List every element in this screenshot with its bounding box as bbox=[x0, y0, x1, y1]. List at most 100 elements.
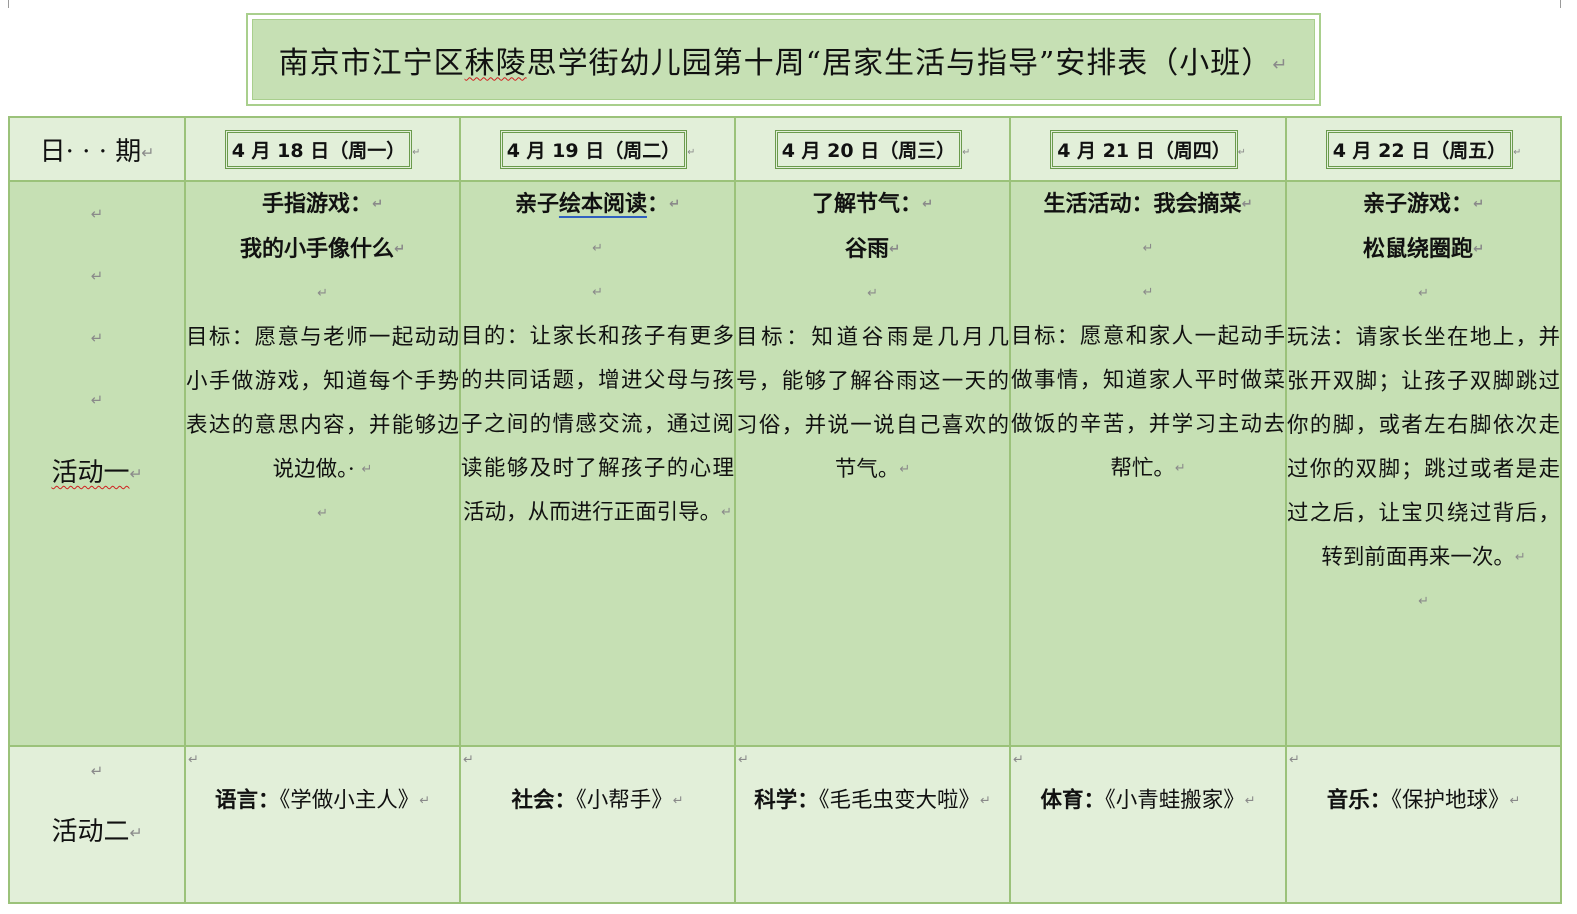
paragraph-mark-icon: ↵ bbox=[317, 506, 328, 521]
paragraph-mark-icon: ↵ bbox=[141, 143, 155, 162]
title-part-3: 思学街幼儿园第十周“居家生活与指导”安排表（小班） bbox=[526, 45, 1273, 81]
paragraph-mark-icon: ↵ bbox=[129, 824, 143, 842]
paragraph-mark-icon: ↵ bbox=[1418, 594, 1429, 609]
paragraph-mark-icon: ↵ bbox=[592, 241, 603, 256]
activity-one-tuesday-head-a: 亲子 bbox=[514, 191, 559, 217]
paragraph-mark-icon: ↵ bbox=[188, 752, 199, 768]
paragraph-mark-icon: ↵ bbox=[687, 146, 696, 158]
activity-one-thursday-body: 目标：愿意和家人一起动手做事情，知道家人平时做菜做饭的辛苦，并学习主动去帮忙。 bbox=[1011, 324, 1285, 481]
activity-two-wednesday: ↵ 科学：《毛毛虫变大啦》↵ bbox=[734, 745, 1011, 904]
schedule-table: 日· · · 期↵ 4 月 18 日（周一） ↵ 4 月 19 日（周二） ↵ 4 … bbox=[8, 116, 1562, 904]
activity-one-tuesday: 亲子绘本阅读：↵ ↵ ↵ 目的：让家长和孩子有更多的共同话题，增进父母与孩子之间… bbox=[459, 180, 736, 747]
date-label: 日· · · 期 bbox=[39, 136, 142, 167]
activity-one-label: 活动一 bbox=[51, 458, 130, 488]
title-part-2: 秣陵 bbox=[464, 45, 527, 81]
activity-two-friday: ↵ 音乐：《保护地球》↵ bbox=[1285, 745, 1562, 904]
paragraph-mark-icon: ↵ bbox=[90, 391, 104, 409]
paragraph-mark-icon: ↵ bbox=[1514, 550, 1526, 565]
paragraph-mark-icon: ↵ bbox=[1513, 146, 1522, 158]
date-box-friday: 4 月 22 日（周五） bbox=[1325, 129, 1514, 169]
paragraph-mark-icon: ↵ bbox=[90, 762, 104, 780]
paragraph-mark-icon: ↵ bbox=[1142, 285, 1154, 300]
paragraph-mark-icon: ↵ bbox=[90, 205, 104, 223]
paragraph-mark-icon: ↵ bbox=[867, 286, 878, 301]
activity-one-friday: 亲子游戏：↵ 松鼠绕圈跑↵ ↵ 玩法：请家长坐在地上，并张开双脚；让孩子双脚跳过… bbox=[1285, 180, 1562, 747]
paragraph-mark-icon: ↵ bbox=[921, 197, 934, 212]
activity-two-friday-title: 《保护地球》 bbox=[1391, 788, 1510, 813]
activity-one-monday-subhead: 我的小手像什么 bbox=[239, 236, 394, 262]
date-box-wednesday: 4 月 20 日（周三） bbox=[774, 129, 963, 169]
page-corner-mark-right bbox=[1560, 0, 1561, 8]
paragraph-mark-icon: ↵ bbox=[668, 197, 681, 212]
paragraph-mark-icon: ↵ bbox=[1418, 286, 1429, 301]
paragraph-mark-icon: ↵ bbox=[672, 793, 684, 809]
date-box-thursday: 4 月 21 日（周四） bbox=[1050, 129, 1238, 169]
paragraph-mark-icon: ↵ bbox=[1013, 752, 1024, 768]
page-corner-mark-left bbox=[8, 0, 9, 8]
paragraph-mark-icon: ↵ bbox=[1174, 461, 1186, 476]
activity-two-friday-subject: 音乐： bbox=[1326, 788, 1392, 813]
activity-one-wednesday-subhead: 谷雨 bbox=[844, 236, 889, 262]
paragraph-mark-icon: ↵ bbox=[721, 505, 732, 520]
paragraph-mark-icon: ↵ bbox=[317, 286, 328, 301]
paragraph-mark-icon: ↵ bbox=[1472, 197, 1485, 212]
table-row-activity-two: ↵ 活动二↵ ↵ 语言：《学做小主人》↵ ↵ 社会：《小帮手》↵ ↵ 科学：《毛… bbox=[8, 745, 1562, 904]
activity-two-wednesday-title: 《毛毛虫变大啦》 bbox=[818, 788, 980, 813]
activity-one-thursday-head: 生活活动：我会摘菜 bbox=[1043, 191, 1242, 217]
paragraph-mark-icon: ↵ bbox=[1472, 242, 1485, 257]
date-cell-friday: 4 月 22 日（周五） ↵ bbox=[1285, 116, 1562, 182]
paragraph-mark-icon: ↵ bbox=[463, 752, 474, 768]
paragraph-mark-icon: ↵ bbox=[1237, 146, 1246, 158]
table-row-activity-one: ↵ ↵ ↵ ↵ 活动一↵ 手指游戏：↵ 我的小手像什么↵ ↵ 目标：愿意与老师一… bbox=[8, 180, 1562, 747]
date-cell-tuesday: 4 月 19 日（周二） ↵ bbox=[459, 116, 736, 182]
activity-two-wednesday-subject: 科学： bbox=[754, 788, 819, 813]
title-box: 南京市江宁区秣陵思学街幼儿园第十周“居家生活与指导”安排表（小班）↵ bbox=[246, 13, 1321, 106]
paragraph-mark-icon: ↵ bbox=[979, 793, 991, 809]
paragraph-mark-icon: ↵ bbox=[371, 197, 384, 212]
title-inner: 南京市江宁区秣陵思学街幼儿园第十周“居家生活与指导”安排表（小班）↵ bbox=[252, 19, 1315, 100]
activity-one-monday-head: 手指游戏： bbox=[261, 191, 372, 217]
paragraph-mark-icon: ↵ bbox=[412, 146, 421, 158]
paragraph-mark-icon: ↵ bbox=[738, 752, 749, 768]
activity-one-tuesday-head-b: 绘本阅读 bbox=[558, 191, 647, 217]
activity-one-friday-head: 亲子游戏： bbox=[1362, 191, 1473, 217]
title-part-1: 南京市江宁区 bbox=[278, 45, 465, 81]
activity-one-wednesday: 了解节气：↵ 谷雨↵ ↵ 目标：知道谷雨是几月几号，能够了解谷雨这一天的习俗，并… bbox=[734, 180, 1011, 747]
paragraph-mark-icon: ↵ bbox=[90, 267, 104, 285]
activity-two-monday: ↵ 语言：《学做小主人》↵ bbox=[184, 745, 461, 904]
date-cell-wednesday: 4 月 20 日（周三） ↵ bbox=[734, 116, 1011, 182]
activity-two-label: 活动二 bbox=[51, 817, 130, 847]
paragraph-mark-icon: ↵ bbox=[1509, 793, 1521, 809]
paragraph-mark-icon: ↵ bbox=[888, 242, 901, 257]
activity-two-tuesday-title: 《小帮手》 bbox=[575, 788, 673, 813]
date-cell-thursday: 4 月 21 日（周四） ↵ bbox=[1009, 116, 1287, 182]
paragraph-mark-icon: ↵ bbox=[962, 146, 971, 158]
activity-one-wednesday-head: 了解节气： bbox=[811, 191, 922, 217]
activity-one-tuesday-head-c: ： bbox=[646, 191, 669, 217]
date-label-cell: 日· · · 期↵ bbox=[8, 116, 186, 182]
paragraph-mark-icon: ↵ bbox=[592, 285, 603, 300]
page-title: 南京市江宁区秣陵思学街幼儿园第十周“居家生活与指导”安排表（小班）↵ bbox=[279, 38, 1289, 82]
activity-one-wednesday-body: 目标：知道谷雨是几月几号，能够了解谷雨这一天的习俗，并说一说自己喜欢的节气。 bbox=[736, 325, 1009, 482]
paragraph-mark-icon: ↵ bbox=[899, 462, 911, 477]
table-row-dates: 日· · · 期↵ 4 月 18 日（周一） ↵ 4 月 19 日（周二） ↵ 4 … bbox=[8, 116, 1562, 182]
activity-one-label-cell: ↵ ↵ ↵ ↵ 活动一↵ bbox=[8, 180, 186, 747]
activity-two-tuesday-subject: 社会： bbox=[511, 788, 576, 813]
date-cell-monday: 4 月 18 日（周一） ↵ bbox=[184, 116, 461, 182]
paragraph-mark-icon: ↵ bbox=[1142, 241, 1154, 256]
paragraph-mark-icon: ↵ bbox=[129, 465, 143, 483]
activity-two-tuesday: ↵ 社会：《小帮手》↵ bbox=[459, 745, 736, 904]
paragraph-mark-icon: ↵ bbox=[1272, 54, 1289, 75]
paragraph-mark-icon: ↵ bbox=[419, 793, 431, 809]
activity-one-friday-subhead: 松鼠绕圈跑 bbox=[1362, 236, 1473, 262]
paragraph-mark-icon: ↵ bbox=[1241, 197, 1253, 212]
paragraph-mark-icon: ↵ bbox=[393, 242, 406, 257]
activity-one-friday-body: 玩法：请家长坐在地上，并张开双脚；让孩子双脚跳过你的脚，或者左右脚依次走过你的双… bbox=[1287, 325, 1560, 570]
activity-one-tuesday-body: 目的：让家长和孩子有更多的共同话题，增进父母与孩子之间的情感交流，通过阅读能够及… bbox=[461, 324, 734, 525]
activity-two-thursday-title: 《小青蛙搬家》 bbox=[1104, 788, 1245, 813]
paragraph-mark-icon: ↵ bbox=[90, 329, 104, 347]
activity-two-thursday-subject: 体育： bbox=[1040, 788, 1105, 813]
date-box-monday: 4 月 18 日（周一） bbox=[224, 129, 413, 169]
paragraph-mark-icon: ↵ bbox=[1244, 793, 1256, 809]
paragraph-mark-icon: ↵ bbox=[361, 462, 373, 477]
